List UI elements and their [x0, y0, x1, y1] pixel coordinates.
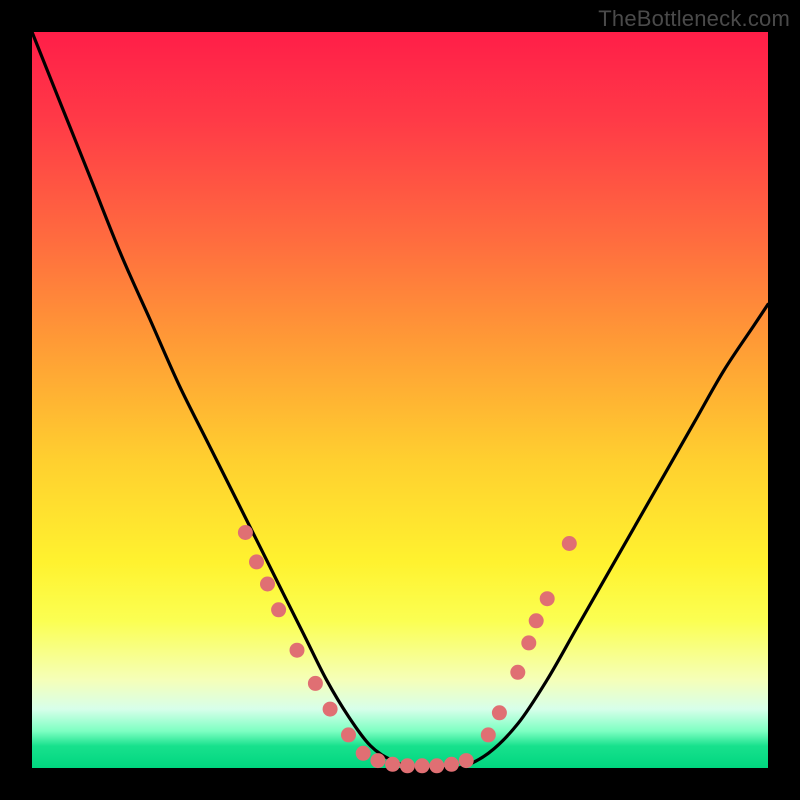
curve-marker — [308, 676, 323, 691]
curve-marker — [429, 758, 444, 773]
plot-area — [32, 32, 768, 768]
curve-marker — [249, 554, 264, 569]
curve-marker — [370, 753, 385, 768]
curve-marker — [459, 753, 474, 768]
curve-marker — [271, 602, 286, 617]
curve-marker — [323, 702, 338, 717]
curve-marker — [481, 727, 496, 742]
curve-marker — [510, 665, 525, 680]
curve-marker — [341, 727, 356, 742]
watermark-text: TheBottleneck.com — [598, 6, 790, 32]
curve-marker — [400, 758, 415, 773]
curve-marker — [444, 757, 459, 772]
curve-marker — [492, 705, 507, 720]
bottleneck-curve — [32, 32, 768, 769]
curve-svg — [32, 32, 768, 768]
curve-marker — [521, 635, 536, 650]
curve-marker — [238, 525, 253, 540]
curve-markers — [238, 525, 577, 773]
curve-marker — [260, 577, 275, 592]
curve-marker — [290, 643, 305, 658]
chart-frame: TheBottleneck.com — [0, 0, 800, 800]
curve-marker — [540, 591, 555, 606]
curve-marker — [562, 536, 577, 551]
curve-marker — [385, 757, 400, 772]
curve-marker — [529, 613, 544, 628]
curve-marker — [415, 758, 430, 773]
curve-marker — [356, 746, 371, 761]
